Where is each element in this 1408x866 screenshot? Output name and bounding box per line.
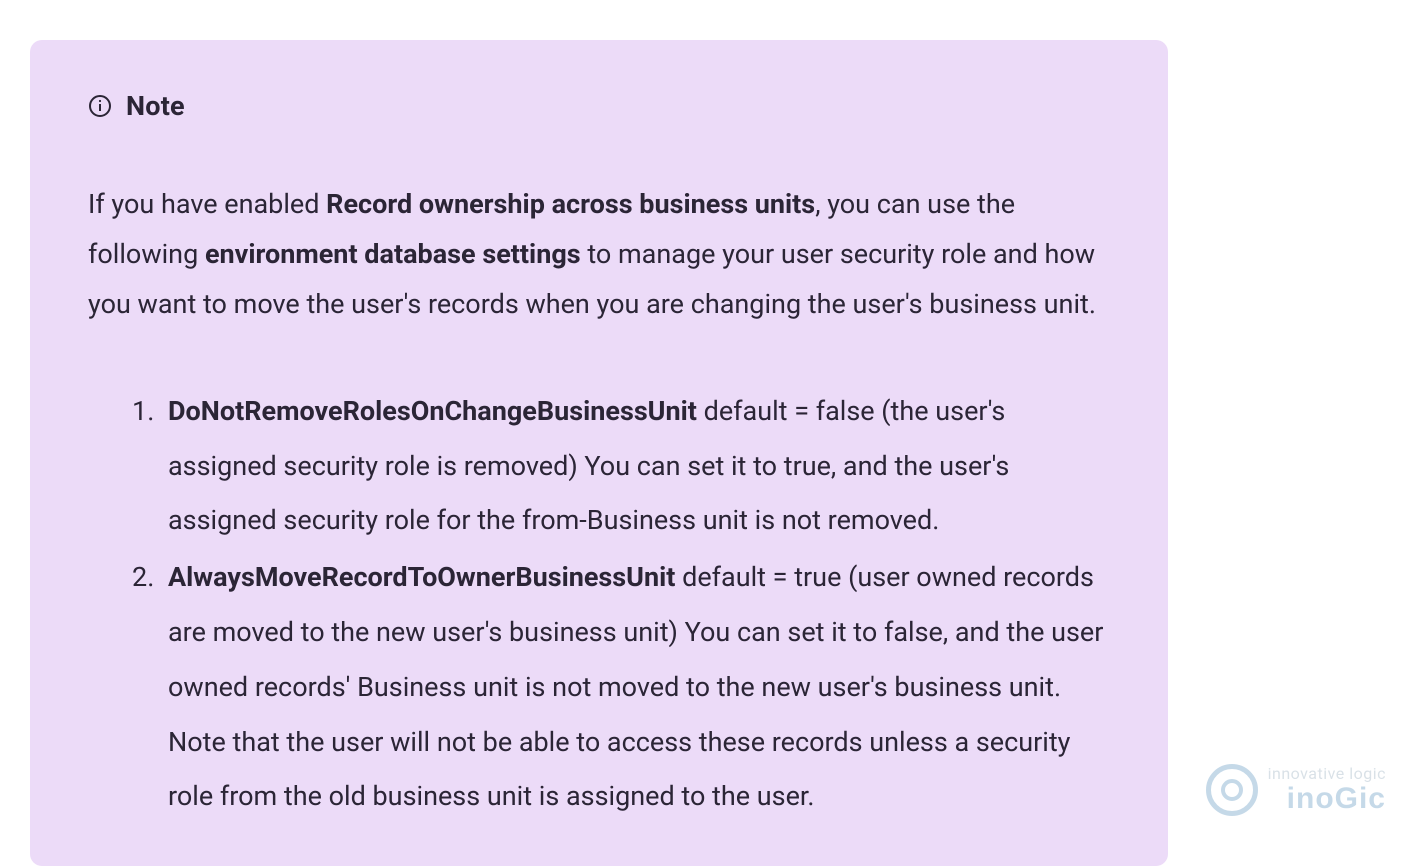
note-callout: Note If you have enabled Record ownershi… (30, 40, 1168, 866)
note-para-bold: environment database settings (205, 238, 581, 270)
note-para-bold: Record ownership across business units (326, 188, 815, 220)
note-para-text: If you have enabled (88, 188, 326, 220)
setting-description: default = true (user owned records are m… (168, 561, 1103, 812)
watermark-circle-icon (1206, 764, 1258, 816)
info-circle-icon (88, 94, 112, 118)
note-title: Note (126, 90, 185, 122)
list-item: AlwaysMoveRecordToOwnerBusinessUnit defa… (132, 550, 1110, 824)
note-settings-list: DoNotRemoveRolesOnChangeBusinessUnit def… (88, 384, 1110, 824)
watermark-text: innovative logic inoGic (1268, 766, 1386, 814)
watermark-brand: inoGic (1287, 784, 1386, 814)
list-item: DoNotRemoveRolesOnChangeBusinessUnit def… (132, 384, 1110, 548)
note-intro-paragraph: If you have enabled Record ownership acr… (88, 180, 1110, 330)
watermark-tagline: innovative logic (1268, 766, 1386, 782)
setting-key: AlwaysMoveRecordToOwnerBusinessUnit (168, 561, 675, 593)
setting-key: DoNotRemoveRolesOnChangeBusinessUnit (168, 395, 697, 427)
note-header: Note (88, 90, 1110, 122)
watermark-logo: innovative logic inoGic (1206, 764, 1386, 816)
